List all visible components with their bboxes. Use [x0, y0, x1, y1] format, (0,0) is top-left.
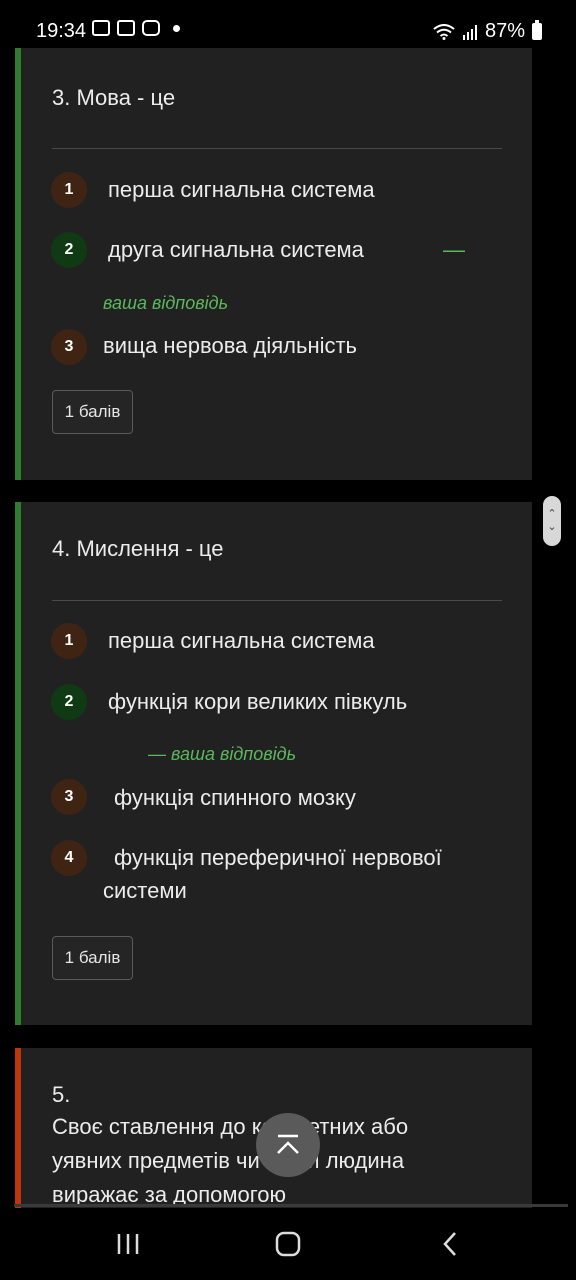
question-card-4: 4. Мислення - це 1 перша сигнальна систе… [15, 502, 532, 1025]
chevron-up-icon [277, 1134, 299, 1154]
points-badge: 1 балів [52, 936, 133, 980]
recents-icon [117, 1234, 139, 1254]
question-title: 3. Мова - це [52, 85, 176, 110]
divider [52, 600, 502, 601]
back-button[interactable] [420, 1224, 480, 1264]
home-button[interactable] [258, 1224, 318, 1264]
answer-dash: — [443, 237, 465, 262]
points-badge: 1 балів [52, 390, 133, 434]
question-title: 5. [52, 1082, 71, 1107]
option-number: 1 [51, 623, 87, 659]
question-card-3: 3. Мова - це 1 перша сигнальна система 2… [15, 48, 532, 480]
battery-percent: 87% [484, 20, 525, 42]
quiz-results[interactable]: 3. Мова - це 1 перша сигнальна система 2… [0, 48, 576, 1208]
back-icon [443, 1232, 456, 1256]
home-icon [275, 1231, 301, 1257]
question-title: 4. Мислення - це [52, 536, 224, 561]
option-text: вища нервова діяльність [103, 333, 358, 358]
system-icons: 87% [433, 20, 542, 43]
more-notifications-icon [173, 24, 180, 32]
option-text: функція спинного мозку [114, 785, 356, 810]
option-text: функція кори великих півкуль [108, 689, 408, 714]
option-number: 1 [51, 172, 87, 208]
chevron-down-small-icon: ⌄ [547, 521, 557, 533]
scroll-to-top-button[interactable] [256, 1113, 320, 1177]
notification-icons [92, 20, 180, 36]
instagram-icon [142, 20, 160, 36]
option-number: 2 [51, 232, 87, 268]
option-text: перша сигнальна система [108, 628, 375, 653]
gallery-icon [92, 20, 110, 36]
page-scroll-indicator [14, 1204, 568, 1207]
scrollbar-handle[interactable]: ⌃ ⌄ [543, 496, 561, 546]
battery-icon [532, 20, 542, 40]
wifi-icon [433, 23, 455, 40]
option-text-continued: системи [103, 878, 187, 903]
status-time: 19:34 [36, 20, 87, 42]
your-answer-label: ваша відповідь [103, 293, 229, 313]
navigation-bar [0, 1208, 576, 1280]
keyboard-icon [117, 20, 135, 36]
signal-icon [462, 24, 477, 40]
option-number: 3 [51, 329, 87, 365]
chevron-up-small-icon: ⌃ [547, 508, 557, 520]
correct-indicator [15, 502, 21, 1025]
incorrect-indicator [15, 1048, 21, 1208]
your-answer-label: — ваша відповідь [148, 744, 297, 764]
option-number: 3 [51, 779, 87, 815]
option-text: друга сигнальна система [108, 237, 364, 262]
option-text: перша сигнальна система [108, 177, 375, 202]
option-text: функція переферичної нервової [114, 845, 442, 870]
option-number: 2 [51, 684, 87, 720]
option-number: 4 [51, 840, 87, 876]
correct-indicator [15, 48, 21, 480]
recents-button[interactable] [98, 1224, 158, 1264]
divider [52, 148, 502, 149]
